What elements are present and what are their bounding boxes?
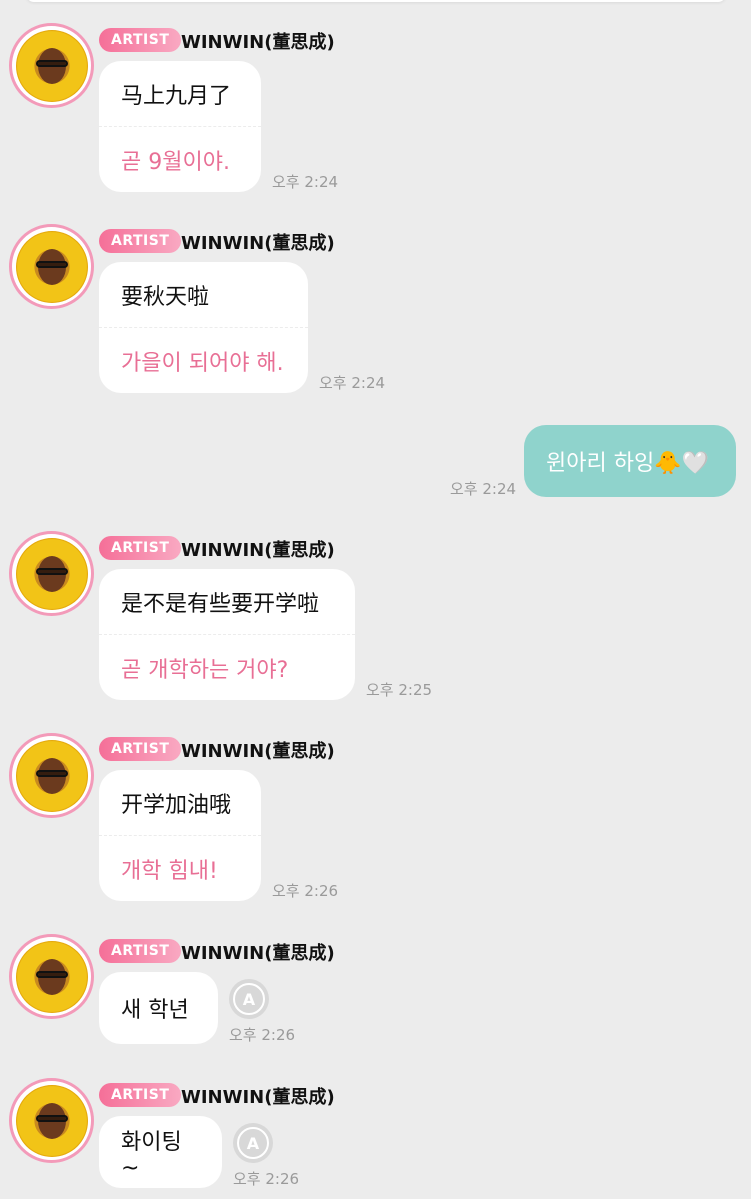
- message-time: 오후 2:25: [366, 681, 433, 699]
- avatar[interactable]: [9, 23, 94, 108]
- message-time: 오후 2:24: [450, 480, 517, 498]
- translate-icon[interactable]: A: [229, 979, 269, 1019]
- translated-text: 개학 힘내!: [121, 858, 218, 884]
- artist-badge: ARTIST: [99, 229, 182, 253]
- original-text: 是不是有些要开学啦: [121, 591, 320, 617]
- message-time: 오후 2:26: [233, 1170, 300, 1188]
- sender-name: WINWIN(董思成): [181, 1087, 335, 1108]
- message-bubble[interactable]: 开学加油哦 개학 힘내!: [99, 770, 261, 901]
- sender-name: WINWIN(董思成): [181, 943, 335, 964]
- message-bubble[interactable]: 화이팅~: [99, 1116, 222, 1188]
- translate-icon[interactable]: A: [233, 1123, 273, 1163]
- sunflower-avatar-image: [15, 940, 88, 1013]
- translated-text: 곧 9월이야.: [121, 149, 230, 175]
- sender-name: WINWIN(董思成): [181, 741, 335, 762]
- sunflower-avatar-image: [15, 29, 88, 102]
- artist-badge: ARTIST: [99, 939, 182, 963]
- sender-name: WINWIN(董思成): [181, 233, 335, 254]
- message-bubble[interactable]: 马上九月了 곧 9월이야.: [99, 61, 261, 192]
- original-text: 开学加油哦: [121, 792, 232, 818]
- translated-text: 곧 개학하는 거야?: [121, 657, 289, 683]
- sunflower-avatar-image: [15, 230, 88, 303]
- original-text: 马上九月了: [121, 83, 232, 109]
- avatar[interactable]: [9, 224, 94, 309]
- artist-badge: ARTIST: [99, 536, 182, 560]
- avatar[interactable]: [9, 531, 94, 616]
- sunflower-avatar-image: [15, 1084, 88, 1157]
- artist-badge: ARTIST: [99, 737, 182, 761]
- message-time: 오후 2:24: [319, 374, 386, 392]
- sender-name: WINWIN(董思成): [181, 32, 335, 53]
- message-bubble[interactable]: 是不是有些要开学啦 곧 개학하는 거야?: [99, 569, 355, 700]
- artist-badge: ARTIST: [99, 28, 182, 52]
- artist-badge: ARTIST: [99, 1083, 182, 1107]
- sender-name: WINWIN(董思成): [181, 540, 335, 561]
- message-bubble[interactable]: 새 학년: [99, 972, 218, 1044]
- avatar[interactable]: [9, 1078, 94, 1163]
- original-text: 화이팅~: [121, 1129, 182, 1181]
- translated-text: 가을이 되어야 해.: [121, 350, 284, 376]
- chat-screen: ARTIST WINWIN(董思成) 马上九月了 곧 9월이야. 오후 2:24…: [0, 0, 751, 1199]
- message-time: 오후 2:24: [272, 173, 339, 191]
- avatar[interactable]: [9, 934, 94, 1019]
- message-time: 오후 2:26: [229, 1026, 296, 1044]
- my-message-bubble[interactable]: 윈아리 하잉🐥🤍: [524, 425, 736, 497]
- message-time: 오후 2:26: [272, 882, 339, 900]
- message-bubble[interactable]: 要秋天啦 가을이 되어야 해.: [99, 262, 308, 393]
- original-text: 새 학년: [121, 998, 189, 1023]
- original-text: 要秋天啦: [121, 284, 210, 310]
- sunflower-avatar-image: [15, 739, 88, 812]
- previous-message-card: [26, 0, 726, 2]
- sunflower-avatar-image: [15, 537, 88, 610]
- avatar[interactable]: [9, 733, 94, 818]
